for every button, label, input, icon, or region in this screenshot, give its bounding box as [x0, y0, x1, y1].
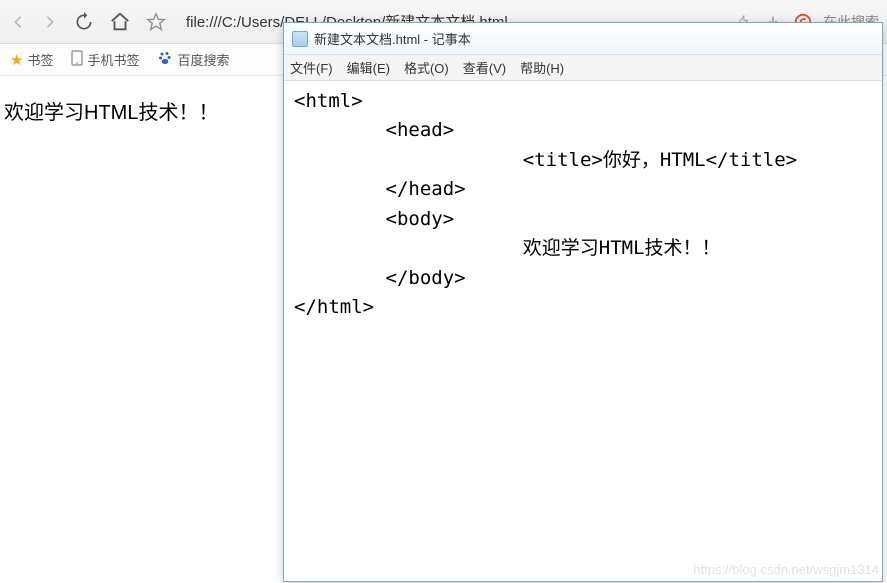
menu-edit[interactable]: 编辑(E)	[347, 58, 390, 77]
watermark: https://blog.csdn.net/wsgjm1314	[693, 562, 879, 577]
bookmark-item-main[interactable]: ★ 书签	[10, 50, 53, 69]
mobile-icon	[71, 50, 83, 69]
code-line: </html>	[294, 296, 374, 318]
notepad-titlebar[interactable]: 新建文本文档.html - 记事本	[284, 23, 882, 55]
bookmark-item-baidu[interactable]: 百度搜索	[157, 50, 229, 69]
reload-button[interactable]	[72, 10, 96, 34]
menu-file[interactable]: 文件(F)	[290, 58, 333, 77]
notepad-window: 新建文本文档.html - 记事本 文件(F) 编辑(E) 格式(O) 查看(V…	[283, 22, 883, 582]
code-line: <body>	[294, 208, 454, 230]
star-icon: ★	[10, 51, 23, 69]
favorite-button[interactable]	[144, 10, 168, 34]
back-button[interactable]	[8, 12, 28, 32]
menu-format[interactable]: 格式(O)	[404, 58, 449, 77]
home-button[interactable]	[108, 10, 132, 34]
code-line: </body>	[294, 267, 466, 289]
baidu-icon	[157, 50, 173, 69]
bookmark-label: 书签	[27, 50, 53, 69]
notepad-menubar: 文件(F) 编辑(E) 格式(O) 查看(V) 帮助(H)	[284, 55, 882, 81]
code-line: <title>你好，HTML</title>	[294, 149, 797, 171]
menu-help[interactable]: 帮助(H)	[520, 58, 564, 77]
notepad-text-area[interactable]: <html> <head> <title>你好，HTML</title> </h…	[284, 81, 882, 329]
page-body-text: 欢迎学习HTML技术！！	[4, 102, 218, 124]
notepad-title: 新建文本文档.html - 记事本	[314, 29, 471, 48]
bookmark-label: 手机书签	[87, 50, 139, 69]
bookmark-label: 百度搜索	[177, 50, 229, 69]
menu-view[interactable]: 查看(V)	[463, 58, 506, 77]
bookmark-item-mobile[interactable]: 手机书签	[71, 50, 139, 69]
notepad-file-icon	[292, 31, 308, 47]
code-line: 欢迎学习HTML技术！！	[294, 237, 721, 259]
code-line: </head>	[294, 178, 466, 200]
code-line: <html>	[294, 90, 363, 112]
forward-button[interactable]	[40, 12, 60, 32]
code-line: <head>	[294, 119, 454, 141]
